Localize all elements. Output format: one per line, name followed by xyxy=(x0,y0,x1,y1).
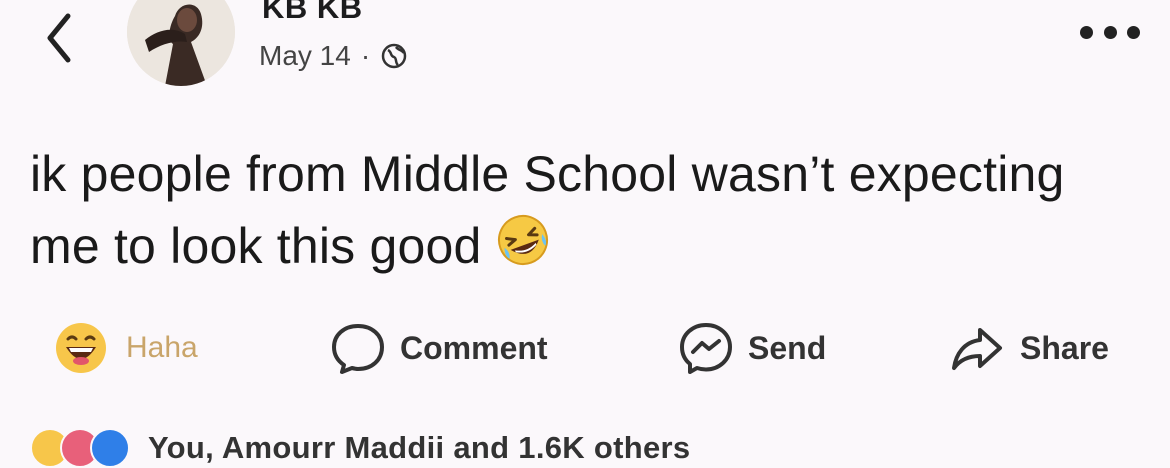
more-options-button[interactable] xyxy=(1080,20,1140,44)
rofl-emoji xyxy=(497,215,548,265)
author-name[interactable]: KB KB xyxy=(262,0,363,26)
haha-reaction-icon xyxy=(56,323,106,373)
share-arrow-icon xyxy=(952,328,1002,370)
avatar[interactable] xyxy=(127,0,235,86)
back-button[interactable] xyxy=(40,6,80,66)
send-label: Send xyxy=(748,329,827,366)
comment-bubble-icon xyxy=(332,324,384,374)
reactions-text: You, Amourr Maddii and 1.6K others xyxy=(148,430,691,465)
post-meta: May 14 · xyxy=(259,40,408,72)
reactions-summary[interactable]: You, Amourr Maddii and 1.6K others xyxy=(30,428,690,468)
meta-separator: · xyxy=(360,40,371,71)
more-icon xyxy=(1080,25,1093,39)
chevron-left-icon xyxy=(47,13,71,63)
comment-label: Comment xyxy=(400,329,548,366)
post-date[interactable]: May 14 xyxy=(259,40,351,72)
reaction-icons xyxy=(30,428,130,468)
globe-icon[interactable] xyxy=(380,42,408,70)
messenger-icon xyxy=(680,323,732,374)
like-small-icon xyxy=(90,428,130,468)
action-bar: Haha Comment Send Share xyxy=(0,316,1170,380)
haha-label: Haha xyxy=(126,331,198,364)
haha-reaction-button[interactable]: Haha xyxy=(54,316,198,380)
share-button[interactable]: Share xyxy=(950,316,1109,380)
comment-button[interactable]: Comment xyxy=(330,316,548,380)
post-text-container: ik people from Middle School wasn’t expe… xyxy=(30,138,1130,282)
share-label: Share xyxy=(1020,329,1109,366)
send-button[interactable]: Send xyxy=(678,316,826,380)
